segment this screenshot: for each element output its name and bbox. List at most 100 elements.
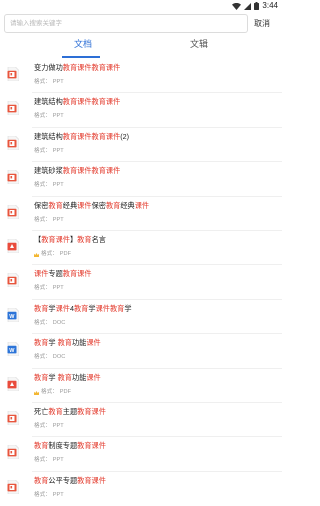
status-time: 3:44 (262, 1, 278, 10)
format-label: 格式： (34, 491, 51, 498)
title-text: 经典 (120, 200, 135, 210)
result-format: 格式： PPT (34, 147, 64, 155)
title-keyword-highlight: 教育课件教育课件 (62, 63, 121, 72)
title-keyword-highlight: 教育课件 (77, 407, 106, 416)
title-keyword-highlight: 课件 (77, 200, 92, 210)
result-item[interactable]: 课件专题教育课件格式： PPT (0, 265, 282, 300)
ppt-file-icon (7, 169, 20, 185)
format-label: 格式： (34, 354, 51, 361)
format-value: DOC (52, 319, 66, 326)
title-text: 死亡 (34, 407, 49, 416)
result-item[interactable]: 【教育课件】教育名言 格式： PDF (0, 231, 282, 266)
title-keyword-highlight: 课件 (34, 269, 49, 279)
format-value: PDF (59, 251, 71, 257)
title-text: 学 (124, 303, 132, 313)
title-text: 保密 (34, 200, 49, 210)
title-keyword-highlight: 教育 (34, 338, 49, 348)
title-text: 专题 (48, 269, 63, 279)
status-bar: 3:44 (0, 0, 282, 12)
doc-file-icon: W (7, 307, 20, 323)
title-text: 保密 (91, 200, 106, 210)
title-keyword-highlight: 教育 (48, 407, 63, 416)
result-item[interactable]: 建筑结构教育课件教育课件(2) 格式： PPT (0, 128, 282, 163)
title-text: 公平专题 (48, 475, 78, 485)
title-keyword-highlight: 教育 (73, 303, 89, 313)
title-text: 建筑结构 (34, 97, 63, 107)
result-format: 格式： DOC (34, 319, 65, 327)
tab-collections[interactable]: 文辑 (190, 39, 208, 51)
title-keyword-highlight: 教育课件 (77, 475, 106, 485)
result-item[interactable]: W 教育学课件4教育学课件教育学 格式： DOC (0, 300, 282, 335)
svg-text:W: W (9, 314, 15, 320)
result-format: 格式： PPT (34, 78, 64, 86)
result-item[interactable]: 教育制度专题教育课件 格式： PPT (0, 437, 282, 472)
pdf-file-icon (7, 376, 20, 391)
title-keyword-highlight: 教育课件 (62, 269, 92, 279)
result-title: 变力做功教育课件教育课件 (34, 63, 120, 73)
title-text: 学 (48, 338, 58, 348)
format-value: DOC (52, 354, 66, 361)
result-title: 教育制度专题教育课件 (34, 441, 106, 451)
result-item[interactable]: 变力做功教育课件教育课件 格式： PPT (0, 59, 282, 94)
title-text: 建筑结构 (34, 131, 63, 141)
title-text: 学 (88, 303, 96, 313)
format-label: 格式： (34, 147, 51, 154)
tab-bar: 文档 文辑 (0, 36, 282, 58)
search-input[interactable]: 请输入搜索关键字 (4, 14, 248, 33)
result-format: 格式： PPT (34, 456, 64, 464)
title-text: 学 (48, 303, 56, 313)
title-keyword-highlight: 教育课件 (77, 441, 106, 451)
title-keyword-highlight: 课件 (95, 303, 110, 313)
ppt-file-icon (7, 100, 20, 116)
result-title: 死亡教育主题教育课件 (34, 407, 106, 417)
result-item[interactable]: 建筑砂浆教育课件教育课件 格式： PPT (0, 162, 282, 197)
title-text: 变力做功 (34, 63, 63, 72)
crown-icon (34, 252, 39, 257)
title-text: 名言 (91, 235, 106, 244)
format-value: PPT (52, 491, 64, 498)
format-value: PPT (52, 285, 64, 292)
status-icons: 3:44 (232, 0, 278, 12)
result-format: 格式： DOC (34, 353, 65, 361)
title-keyword-highlight: 教育 (34, 441, 49, 451)
format-label: 格式： (34, 79, 51, 85)
format-value: PPT (52, 182, 64, 189)
ppt-file-icon (7, 135, 20, 151)
result-item[interactable]: 保密教育经典课件保密教育经典课件 格式： PPT (0, 197, 282, 231)
tab-documents[interactable]: 文档 (74, 39, 92, 51)
result-title: 教育学课件4教育学课件教育学 (34, 304, 132, 314)
format-label: 格式： (34, 423, 51, 429)
result-format: 格式： PDF (34, 250, 71, 258)
search-bar: 请输入搜索关键字 取消 (0, 13, 282, 35)
title-keyword-highlight: 教育课件教育课件 (62, 97, 121, 107)
title-keyword-highlight: 教育 (109, 303, 125, 313)
title-keyword-highlight: 教育课件教育课件 (62, 131, 121, 141)
result-item[interactable]: 教育学 教育功能课件 格式： PDF (0, 369, 282, 403)
ppt-file-icon (7, 204, 20, 219)
title-text: 经典 (62, 200, 78, 210)
doc-file-icon: W (7, 341, 20, 357)
format-label: 格式： (34, 319, 51, 326)
battery-icon (254, 2, 260, 10)
ppt-file-icon (7, 272, 20, 288)
title-text: 制度专题 (48, 441, 78, 451)
ppt-file-icon (7, 479, 20, 495)
title-keyword-highlight: 教育 (105, 200, 121, 210)
active-tab-indicator (62, 56, 100, 58)
cancel-button[interactable]: 取消 (254, 16, 270, 32)
result-item[interactable]: W 教育学 教育功能课件 格式： DOC (0, 334, 282, 369)
title-keyword-highlight: 教育 (48, 200, 63, 210)
ppt-file-icon (7, 444, 20, 460)
title-keyword-highlight: 教育 (34, 372, 49, 382)
title-keyword-highlight: 教育 (34, 303, 49, 313)
format-value: PPT (52, 216, 64, 223)
result-item[interactable]: 教育公平专题教育课件 格式： PPT (0, 472, 282, 506)
result-item[interactable]: 死亡教育主题教育课件 格式： PPT (0, 403, 282, 438)
title-text: 主题 (62, 407, 78, 416)
result-title: 教育公平专题教育课件 (34, 476, 106, 486)
result-format: 格式： PPT (34, 216, 64, 224)
wifi-icon (232, 2, 242, 10)
format-label: 格式： (34, 285, 51, 292)
title-keyword-highlight: 课件 (55, 303, 70, 313)
result-item[interactable]: 建筑结构教育课件教育课件 格式： PPT (0, 93, 282, 128)
